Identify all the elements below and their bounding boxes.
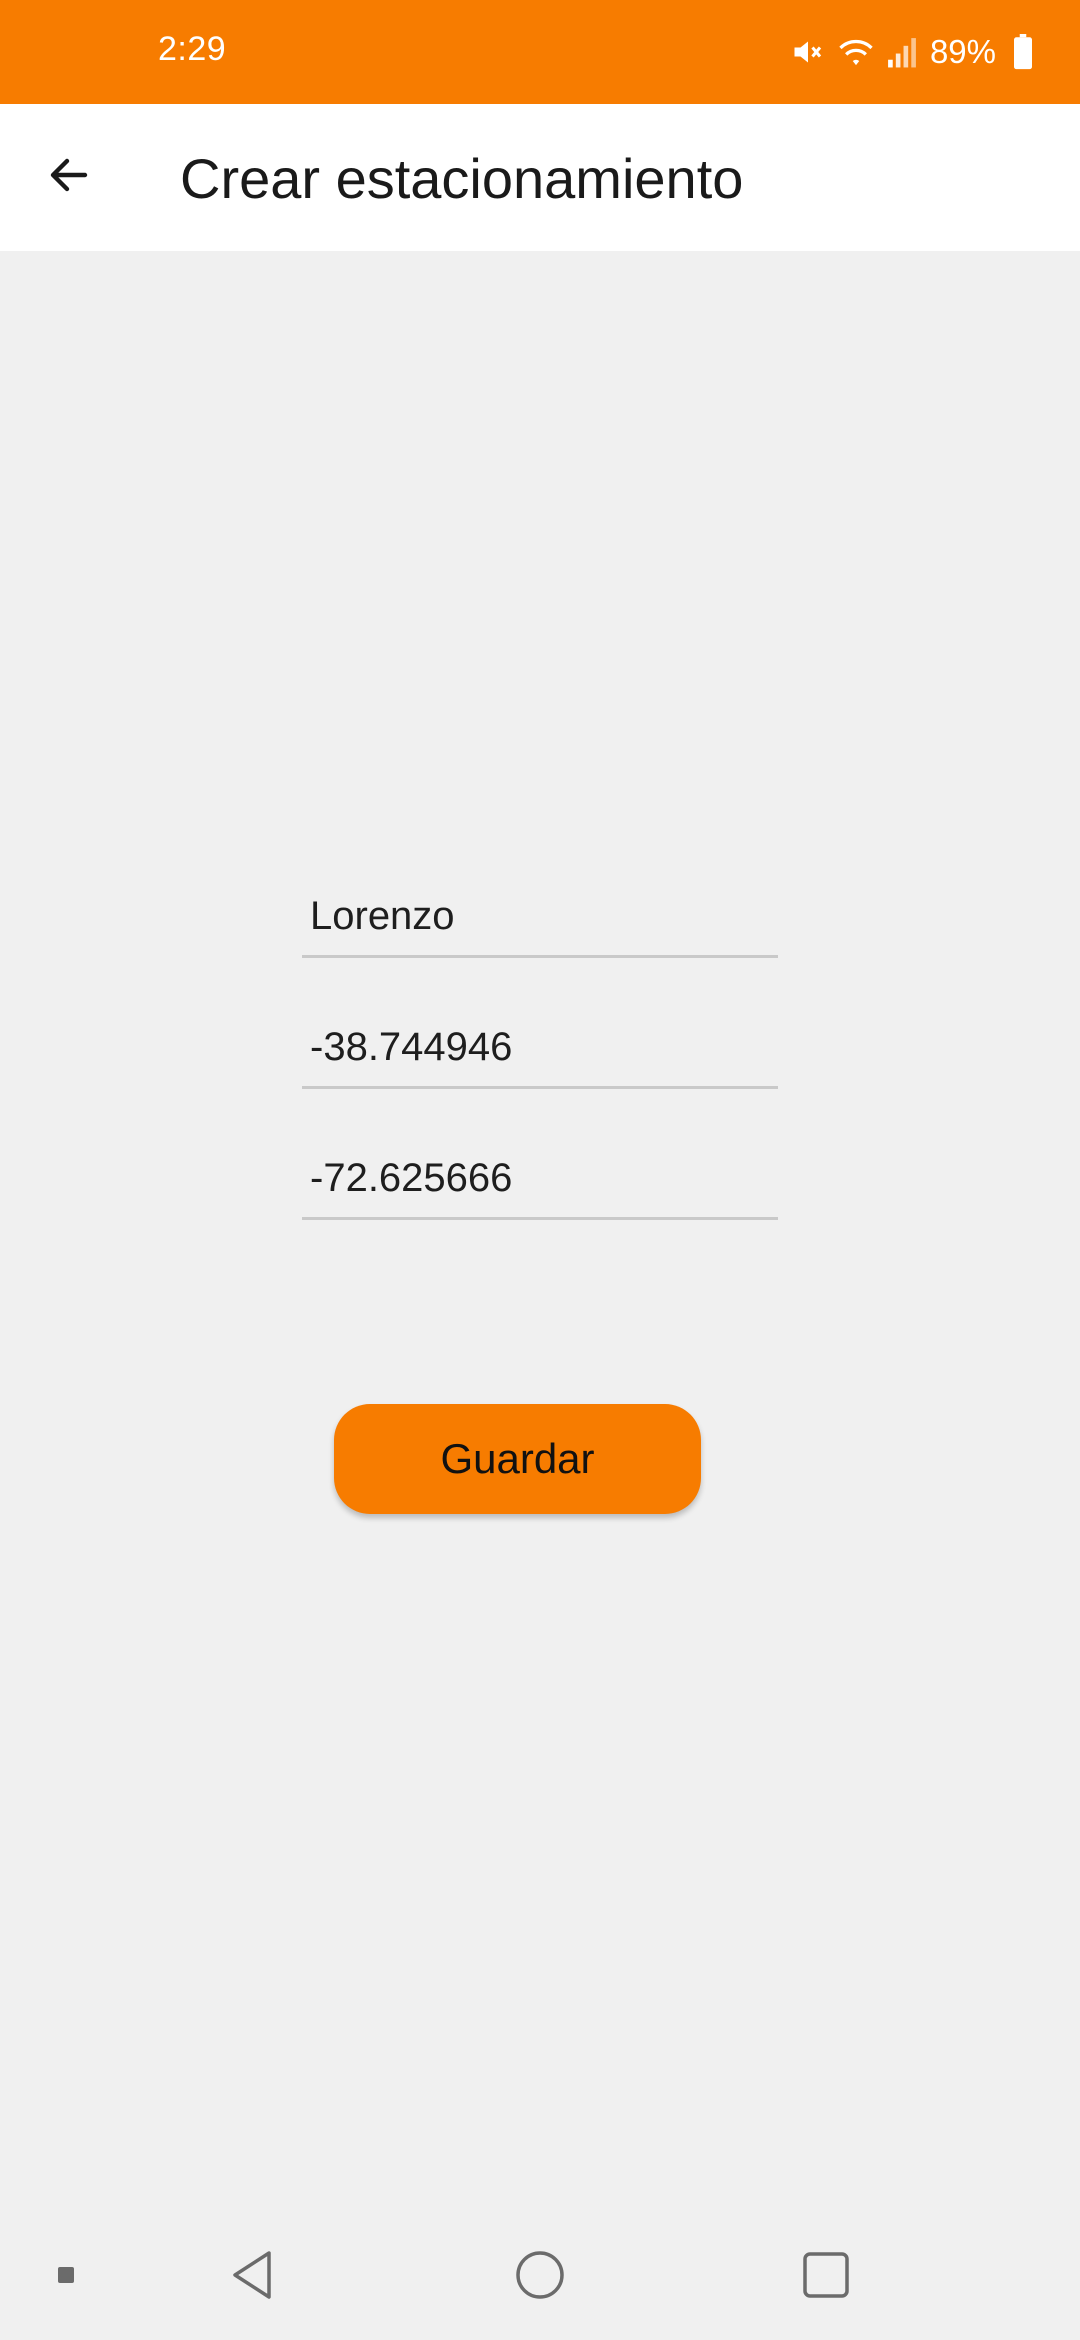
home-circle-icon <box>514 2249 566 2306</box>
name-input[interactable] <box>310 894 770 939</box>
longitude-field-container <box>302 1120 778 1220</box>
recents-square-icon <box>801 2250 851 2305</box>
battery-percent: 89% <box>929 33 996 70</box>
arrow-left-icon <box>45 151 93 204</box>
status-icons: 89% <box>790 28 1034 76</box>
longitude-input[interactable] <box>310 1156 770 1201</box>
nav-back-button[interactable] <box>212 2214 292 2340</box>
app-bar: Crear estacionamiento <box>0 104 1080 251</box>
status-bar: 2:29 89% <box>0 0 1080 104</box>
battery-icon <box>1012 34 1034 70</box>
page-title: Crear estacionamiento <box>180 147 744 210</box>
latitude-field-container <box>302 989 778 1089</box>
dot-icon <box>57 2266 75 2289</box>
wifi-icon <box>836 34 876 70</box>
back-triangle-icon <box>229 2249 275 2306</box>
nav-dot-button[interactable] <box>40 2214 92 2340</box>
mute-icon <box>790 34 826 70</box>
name-field-container <box>302 858 778 958</box>
back-button[interactable] <box>28 136 110 218</box>
nav-recents-button[interactable] <box>786 2214 866 2340</box>
status-time: 2:29 <box>158 30 227 68</box>
signal-icon <box>886 35 918 69</box>
system-nav-bar <box>0 2214 1080 2340</box>
save-button[interactable]: Guardar <box>334 1404 701 1514</box>
nav-home-button[interactable] <box>500 2214 580 2340</box>
latitude-input[interactable] <box>310 1025 770 1070</box>
